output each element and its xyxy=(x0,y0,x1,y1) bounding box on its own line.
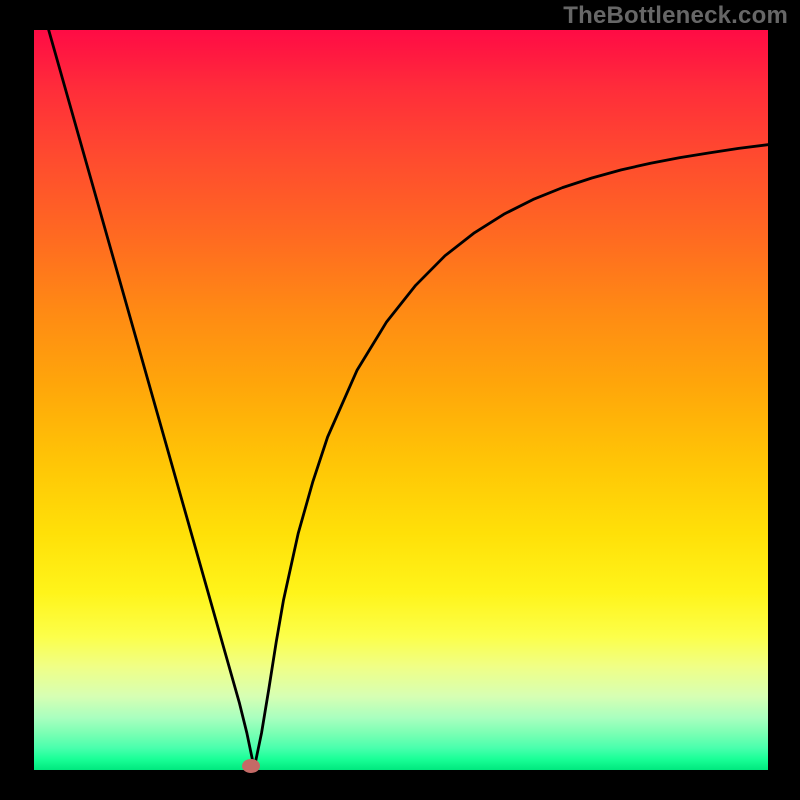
chart-frame: TheBottleneck.com xyxy=(0,0,800,800)
watermark-text: TheBottleneck.com xyxy=(563,2,788,30)
curve-svg xyxy=(34,30,768,770)
curve-line xyxy=(49,30,768,761)
minimum-marker-dot xyxy=(242,759,260,773)
